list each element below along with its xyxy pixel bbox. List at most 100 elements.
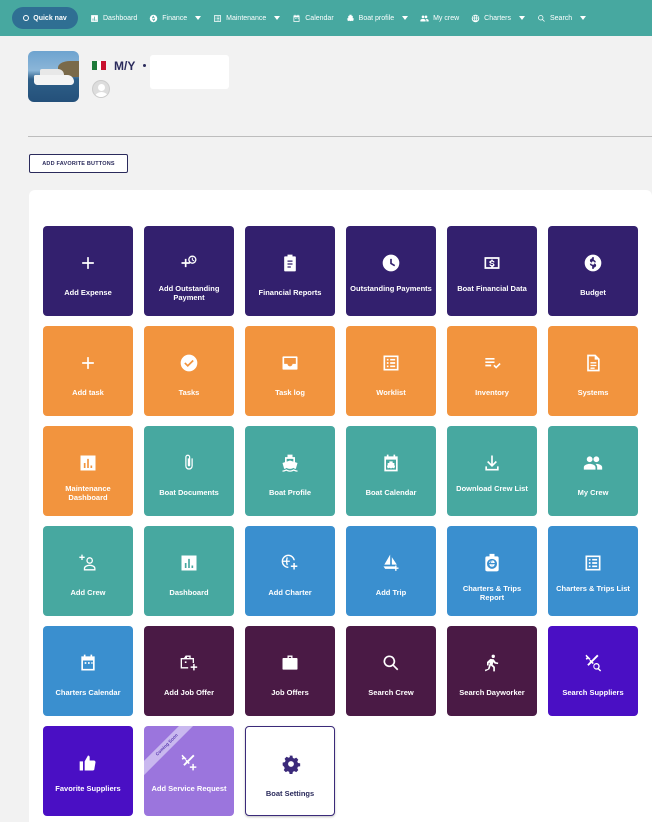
tile-add-outstanding-payment[interactable]: Add Outstanding Payment [144, 226, 234, 316]
tile-label: Outstanding Payments [350, 284, 432, 293]
tile-add-charter[interactable]: Add Charter [245, 526, 335, 616]
nav-item-label: Charters [484, 14, 511, 22]
chevron-down-icon[interactable] [580, 16, 587, 20]
tile-systems[interactable]: Systems [548, 326, 638, 416]
tile-label: Budget [580, 288, 606, 297]
nav-item-label: Finance [162, 14, 188, 22]
tile-label: My Crew [577, 488, 609, 497]
tile-search-dayworker[interactable]: Search Dayworker [447, 626, 537, 716]
quick-nav-button[interactable]: Quick nav [12, 7, 78, 29]
nav-item-label: Boat profile [358, 14, 395, 22]
list-icon [213, 14, 222, 23]
nav-item-calendar[interactable]: Calendar [292, 14, 334, 23]
nav-item-maintenance[interactable]: Maintenance [213, 14, 281, 23]
people-icon [548, 452, 638, 474]
tile-add-expense[interactable]: Add Expense [43, 226, 133, 316]
tile-tasks[interactable]: Tasks [144, 326, 234, 416]
checklist-icon [447, 352, 537, 374]
tile-inventory[interactable]: Inventory [447, 326, 537, 416]
list-box-icon [548, 552, 638, 574]
tile-boat-settings[interactable]: Boat Settings [245, 726, 335, 816]
nav-item-dashboard[interactable]: Dashboard [90, 14, 137, 23]
favorite-buttons-grid: Add Expense Add Outstanding Payment Financ… [43, 226, 638, 816]
chevron-down-icon[interactable] [402, 16, 409, 20]
tile-label: Boat Financial Data [457, 284, 527, 293]
nav-item-boat-profile[interactable]: Boat profile [346, 14, 409, 23]
tile-boat-profile[interactable]: Boat Profile [245, 426, 335, 516]
tile-label: Add Expense [64, 288, 112, 297]
tools-search-icon [548, 652, 638, 674]
nav-item-label: Dashboard [103, 14, 138, 22]
nav-item-label: Maintenance [226, 14, 267, 22]
tile-label: Task log [275, 388, 305, 397]
top-navigation-bar: Quick nav Dashboard Finance Maintenance Cal… [0, 0, 652, 36]
tile-outstanding-payments[interactable]: Outstanding Payments [346, 226, 436, 316]
tile-label: Charters & Trips List [556, 584, 630, 593]
tile-add-job-offer[interactable]: Add Job Offer [144, 626, 234, 716]
tile-financial-reports[interactable]: Financial Reports [245, 226, 335, 316]
tile-label: Add Outstanding Payment [158, 284, 220, 302]
tile-label: Job Offers [271, 688, 309, 697]
tile-label: Search Suppliers [562, 688, 624, 697]
tile-label: Charters & Trips Report [462, 584, 522, 602]
plus-icon [43, 352, 133, 374]
tile-label: Add Job Offer [164, 688, 214, 697]
nav-item-finance[interactable]: Finance [149, 14, 202, 23]
owner-avatar[interactable] [92, 80, 110, 98]
tile-add-trip[interactable]: Add Trip [346, 526, 436, 616]
tile-charters-and-trips-list[interactable]: Charters & Trips List [548, 526, 638, 616]
dollar-icon [149, 14, 158, 23]
tile-my-crew[interactable]: My Crew [548, 426, 638, 516]
dollar-circle-icon [548, 252, 638, 274]
tile-worklist[interactable]: Worklist [346, 326, 436, 416]
tile-search-crew[interactable]: Search Crew [346, 626, 436, 716]
title-separator [143, 64, 146, 67]
nav-item-my-crew[interactable]: My crew [420, 14, 459, 23]
tile-label: Add Charter [268, 588, 312, 597]
tile-add-crew[interactable]: Add Crew [43, 526, 133, 616]
add-favorite-buttons-button[interactable]: ADD FAVORITE BUTTONS [29, 154, 128, 173]
nav-item-label: Search [550, 14, 573, 22]
tile-label: Add Trip [375, 588, 407, 597]
tile-favorite-suppliers[interactable]: Favorite Suppliers [43, 726, 133, 816]
globe-icon [471, 14, 480, 23]
tile-charters-calendar[interactable]: Charters Calendar [43, 626, 133, 716]
tile-search-suppliers[interactable]: Search Suppliers [548, 626, 638, 716]
list-box-icon [346, 352, 436, 374]
tile-label: Add Service Request [151, 784, 227, 793]
tile-dashboard[interactable]: Dashboard [144, 526, 234, 616]
nav-item-search[interactable]: Search [537, 14, 587, 23]
people-icon [420, 14, 429, 23]
tile-add-service-request[interactable]: Add Service Request Coming Soon [144, 726, 234, 816]
search-icon [346, 652, 436, 674]
tile-boat-documents[interactable]: Boat Documents [144, 426, 234, 516]
tile-download-crew-list[interactable]: Download Crew List [447, 426, 537, 516]
nav-item-charters[interactable]: Charters [471, 14, 525, 23]
tile-boat-financial-data[interactable]: Boat Financial Data [447, 226, 537, 316]
tile-label: Favorite Suppliers [55, 784, 121, 793]
money-icon [447, 252, 537, 274]
tile-task-log[interactable]: Task log [245, 326, 335, 416]
tile-label: Financial Reports [258, 288, 322, 297]
bar-chart-icon [43, 452, 133, 474]
tile-label: Inventory [475, 388, 509, 397]
thumbs-up-icon [43, 752, 133, 774]
quick-nav-label: Quick nav [33, 14, 67, 22]
tile-boat-calendar[interactable]: Boat Calendar [346, 426, 436, 516]
tile-charters-and-trips-report[interactable]: Charters & Trips Report [447, 526, 537, 616]
tile-job-offers[interactable]: Job Offers [245, 626, 335, 716]
boat-title: M/Y [114, 59, 136, 73]
tile-add-task[interactable]: Add task [43, 326, 133, 416]
chevron-down-icon[interactable] [195, 16, 202, 20]
tile-label: Search Dayworker [459, 688, 525, 697]
tile-label: Boat Settings [265, 789, 315, 798]
nav-item-label: Calendar [305, 14, 334, 22]
tile-maintenance-dashboard[interactable]: Maintenance Dashboard [43, 426, 133, 516]
chevron-down-icon[interactable] [274, 16, 281, 20]
mexico-flag-icon [92, 61, 107, 70]
tile-budget[interactable]: Budget [548, 226, 638, 316]
tile-label: Boat Calendar [365, 488, 417, 497]
chevron-down-icon[interactable] [519, 16, 525, 20]
briefcase-plus-icon [144, 652, 234, 674]
dashboard-icon [90, 14, 99, 23]
